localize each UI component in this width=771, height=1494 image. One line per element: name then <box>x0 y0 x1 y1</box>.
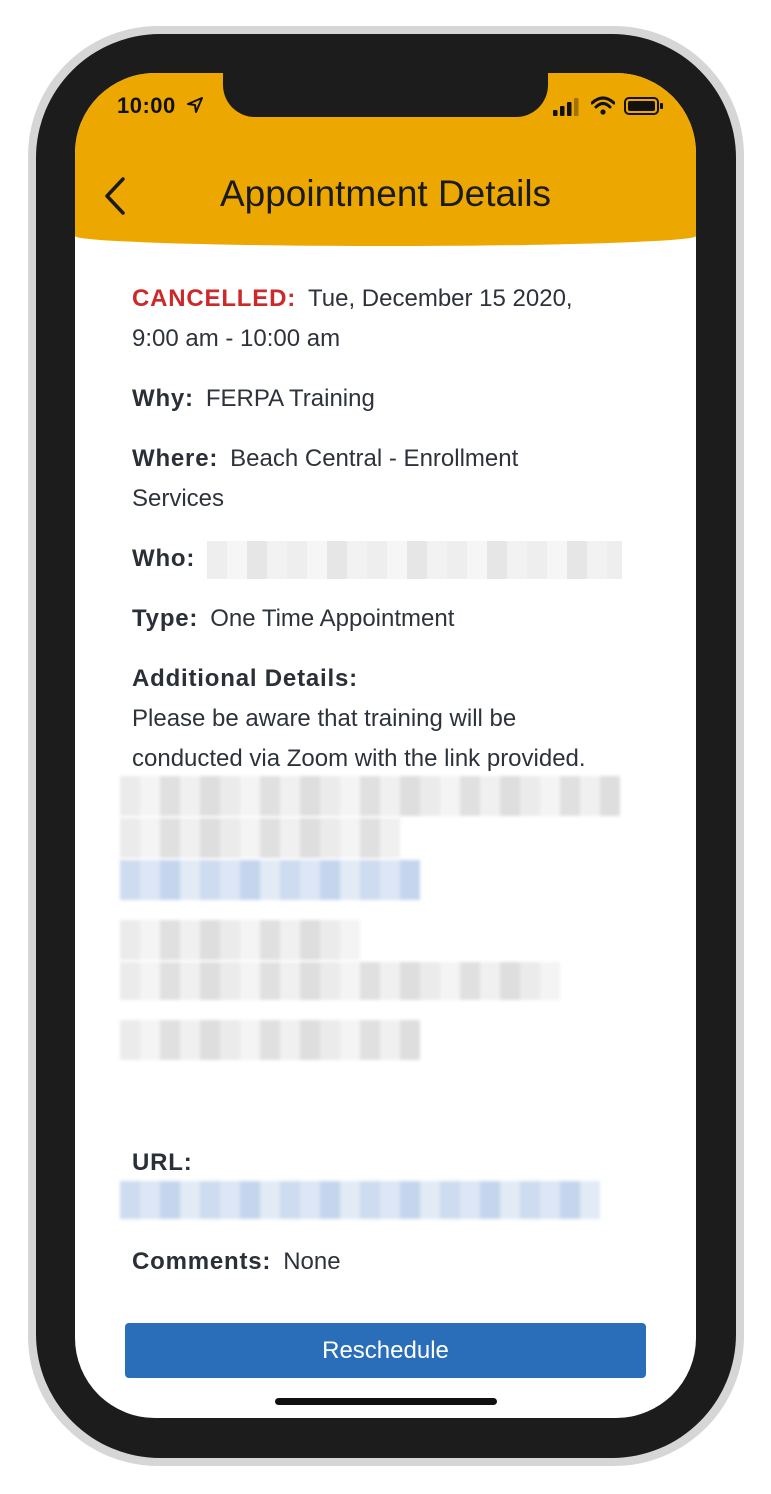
who-row: Who: <box>132 539 652 579</box>
details-line1: Please be aware that training will be <box>132 705 517 732</box>
comments-label: Comments: <box>132 1248 272 1275</box>
details-line2: conducted via Zoom with the link provide… <box>132 745 586 772</box>
type-value: One Time Appointment <box>210 605 455 632</box>
comments-value: None <box>283 1248 341 1275</box>
redacted-url-link[interactable] <box>120 1181 600 1219</box>
redacted-text <box>120 962 560 1000</box>
url-row: URL: <box>132 1143 652 1183</box>
where-value-line1: Beach Central - Enrollment <box>230 445 519 472</box>
redacted-text <box>120 1020 420 1060</box>
reschedule-button[interactable]: Reschedule <box>125 1323 646 1378</box>
where-row: Where: Beach Central - Enrollment Service… <box>132 439 652 519</box>
date-line1: Tue, December 15 2020, <box>308 285 573 312</box>
comments-section: Comments: None <box>132 1242 652 1302</box>
details-label: Additional Details: <box>132 665 358 692</box>
cellular-signal-icon <box>553 98 579 116</box>
who-label: Who: <box>132 545 196 572</box>
appointment-datetime: CANCELLED: Tue, December 15 2020, 9:00 am… <box>132 279 652 359</box>
home-indicator <box>275 1398 497 1405</box>
wifi-icon <box>591 96 615 115</box>
screen: 10:00 Appointment Details CANCELLED: Tue,… <box>75 73 696 1418</box>
page-title: Appointment Details <box>219 173 552 214</box>
why-value: FERPA Training <box>205 385 375 412</box>
device-notch <box>223 73 548 117</box>
why-row: Why: FERPA Training <box>132 379 652 419</box>
url-label: URL: <box>132 1149 193 1176</box>
location-arrow-icon <box>187 97 203 113</box>
redacted-link[interactable] <box>120 860 420 900</box>
where-value-line2: Services <box>132 485 225 512</box>
comments-row: Comments: None <box>132 1242 652 1282</box>
redacted-text <box>120 776 620 816</box>
redacted-text <box>120 920 360 960</box>
where-label: Where: <box>132 445 219 472</box>
date-line2: 9:00 am - 10:00 am <box>132 325 341 352</box>
status-time: 10:00 <box>117 93 176 118</box>
who-value-redacted <box>207 540 623 579</box>
appointment-details: CANCELLED: Tue, December 15 2020, 9:00 am… <box>132 279 652 799</box>
details-row: Additional Details: Please be aware that… <box>132 659 652 779</box>
status-label: CANCELLED: <box>132 285 296 312</box>
why-label: Why: <box>132 385 194 412</box>
url-section: URL: <box>132 1143 652 1183</box>
type-row: Type: One Time Appointment <box>132 599 652 639</box>
battery-icon <box>624 97 663 115</box>
type-label: Type: <box>132 605 199 632</box>
redacted-text <box>120 818 400 858</box>
